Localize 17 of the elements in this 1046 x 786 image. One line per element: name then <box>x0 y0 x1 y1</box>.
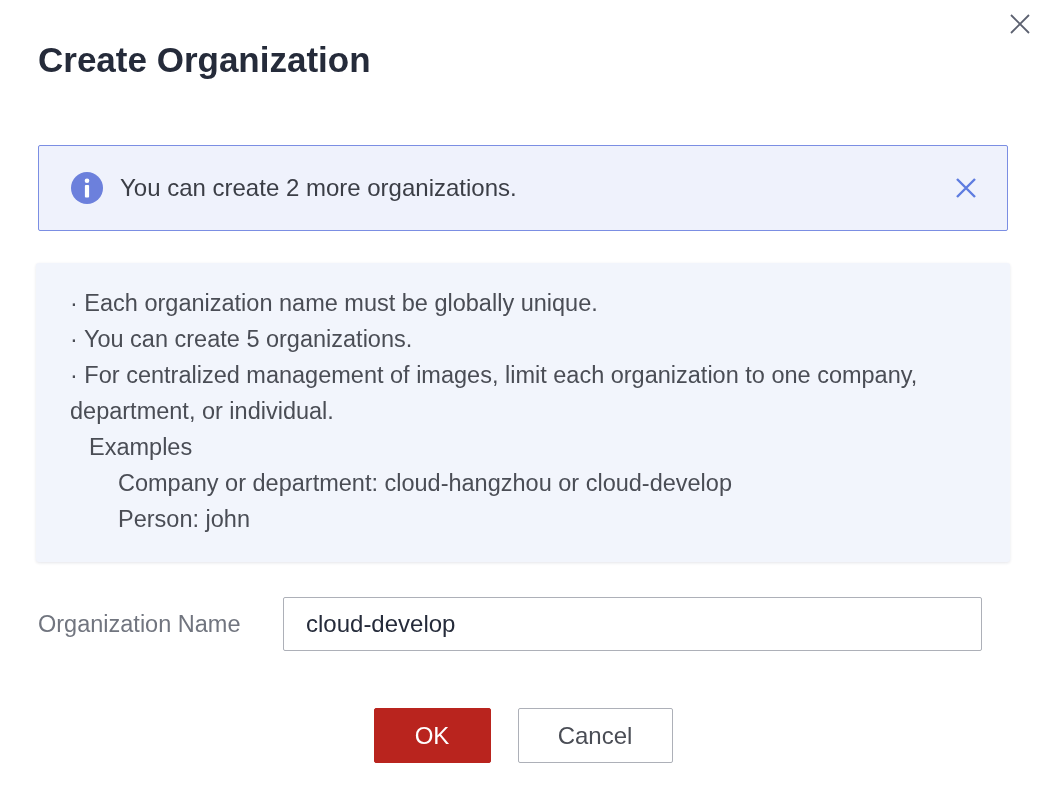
dialog-title: Create Organization <box>38 40 371 80</box>
info-icon <box>71 172 103 204</box>
example-text: Person: john <box>117 505 251 534</box>
examples-heading: Examples <box>88 433 194 462</box>
note-text: · You can create 5 organizations. <box>70 325 414 354</box>
close-icon <box>1010 14 1030 34</box>
close-icon <box>955 177 977 199</box>
alert-close-button[interactable] <box>955 177 977 199</box>
close-button[interactable] <box>1008 12 1032 36</box>
alert-message: You can create 2 more organizations. <box>120 174 518 202</box>
field-label: Organization Name <box>38 610 242 638</box>
note-text: · Each organization name must be globally unique. <box>70 289 599 318</box>
cancel-button[interactable]: Cancel <box>517 708 673 763</box>
note-text: · For centralized management of images, limit each organization to one company, department, or individual. <box>70 361 919 426</box>
ok-button[interactable]: OK <box>373 708 491 763</box>
name-input[interactable]: cloud-develop <box>283 597 982 651</box>
example-text: Company or department: cloud-hangzhou or cloud-develop <box>117 469 733 498</box>
